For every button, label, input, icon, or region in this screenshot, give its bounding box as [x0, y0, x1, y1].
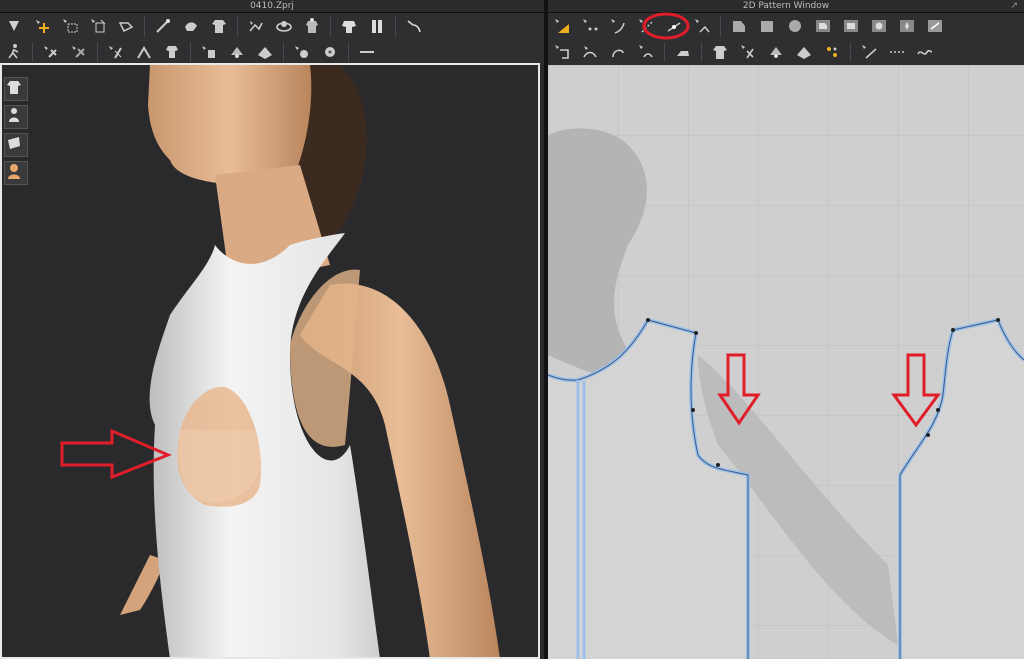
pattern-point	[996, 318, 1000, 322]
pin-icon[interactable]	[152, 15, 174, 37]
transform-icon[interactable]	[87, 15, 109, 37]
annotation-circle	[642, 12, 690, 40]
pattern-point	[694, 331, 698, 335]
toolbar-3d-row1	[0, 13, 544, 40]
toolbar-separator	[144, 16, 145, 36]
iron-icon[interactable]	[672, 41, 694, 63]
m-n-sewing-icon[interactable]	[607, 41, 629, 63]
pattern-piece-front-right	[900, 320, 1024, 659]
window-title-3d-text: 0410.Zprj	[250, 1, 294, 11]
popout-icon[interactable]: ↗	[1010, 0, 1018, 12]
internal-line-icon[interactable]	[858, 41, 880, 63]
toolbar-2d-row1	[548, 13, 1024, 40]
bend-icon[interactable]	[133, 41, 155, 63]
pattern-canvas	[548, 128, 1024, 659]
window-title-2d: 2D Pattern Window ↗	[548, 0, 1024, 13]
segment-sewing-icon[interactable]	[551, 41, 573, 63]
strengthen-icon[interactable]	[40, 41, 62, 63]
avatar-silhouette	[548, 128, 647, 375]
garment-icon[interactable]	[208, 15, 230, 37]
undo-curve-icon[interactable]	[403, 15, 425, 37]
rectangle-icon[interactable]	[756, 15, 778, 37]
fabric-texture-icon[interactable]	[4, 133, 28, 157]
weaken-icon[interactable]	[68, 41, 90, 63]
pattern-window-2d[interactable]	[548, 65, 1024, 659]
pleat-icon[interactable]	[914, 41, 936, 63]
toolbar-separator	[720, 16, 721, 36]
toolbar-separator	[97, 42, 98, 62]
walk-icon[interactable]	[3, 41, 25, 63]
gizmo-icon[interactable]	[821, 41, 843, 63]
pattern-point	[646, 318, 650, 322]
avatar-skin-icon[interactable]	[4, 161, 28, 185]
toolbar-separator	[330, 16, 331, 36]
pattern-point	[926, 433, 930, 437]
window-title-3d: 0410.Zprj	[0, 0, 544, 13]
edit-garment-icon[interactable]	[709, 41, 731, 63]
toolbar-separator	[850, 42, 851, 62]
box-select-icon[interactable]	[59, 15, 81, 37]
toolbar-separator	[190, 42, 191, 62]
toolbar-separator	[701, 42, 702, 62]
topstitch-icon[interactable]	[886, 41, 908, 63]
pattern-point	[936, 408, 940, 412]
toolbar-separator	[32, 42, 33, 62]
circle-icon[interactable]	[784, 15, 806, 37]
edit-curvature-icon[interactable]	[607, 15, 629, 37]
cut-icon[interactable]	[366, 15, 388, 37]
button-icon[interactable]	[291, 41, 313, 63]
check-sewing-icon[interactable]	[635, 41, 657, 63]
show-avatar-icon[interactable]	[4, 105, 28, 129]
internal-rectangle-icon[interactable]	[840, 15, 862, 37]
fabric-check-icon[interactable]	[254, 41, 276, 63]
free-sewing-icon[interactable]	[579, 41, 601, 63]
puckering-icon[interactable]	[198, 41, 220, 63]
transform-pattern-icon[interactable]	[551, 15, 573, 37]
toolbar-separator	[395, 16, 396, 36]
polygon-icon[interactable]	[728, 15, 750, 37]
pattern-point	[716, 463, 720, 467]
dart-icon[interactable]	[896, 15, 918, 37]
pattern-point	[691, 408, 695, 412]
trace-icon[interactable]	[924, 15, 946, 37]
annotation-arrow-down-right	[891, 353, 941, 428]
wrap-icon[interactable]	[273, 15, 295, 37]
toolbar-separator	[237, 16, 238, 36]
toolbar-separator	[283, 42, 284, 62]
pin-icon[interactable]	[765, 41, 787, 63]
buttonhole-icon[interactable]	[319, 41, 341, 63]
show-garment-icon[interactable]	[4, 77, 28, 101]
scene-3d	[0, 65, 544, 659]
tack-icon[interactable]	[180, 15, 202, 37]
window-title-2d-text: 2D Pattern Window	[742, 1, 830, 11]
pattern-point	[951, 328, 955, 332]
internal-circle-icon[interactable]	[868, 15, 890, 37]
internal-polygon-icon[interactable]	[812, 15, 834, 37]
fabric-grain-icon[interactable]	[737, 41, 759, 63]
avatar-garment-icon[interactable]	[301, 15, 323, 37]
fit-icon[interactable]	[338, 15, 360, 37]
fold-icon[interactable]	[115, 15, 137, 37]
move-icon[interactable]	[31, 15, 53, 37]
line-icon[interactable]	[356, 41, 378, 63]
cut-icon[interactable]	[691, 15, 713, 37]
select-icon[interactable]	[3, 15, 25, 37]
tack-icon[interactable]	[793, 41, 815, 63]
edit-point-icon[interactable]	[579, 15, 601, 37]
shrink-icon[interactable]	[161, 41, 183, 63]
fold-line-icon[interactable]	[105, 41, 127, 63]
sewing-check-icon[interactable]	[226, 41, 248, 63]
arrangement-icon[interactable]	[245, 15, 267, 37]
toolbar-2d-row2	[548, 39, 1024, 66]
toolbar-3d-row2	[0, 39, 544, 66]
toolbar-separator	[664, 42, 665, 62]
viewport-3d[interactable]	[0, 65, 544, 659]
toolbar-separator	[348, 42, 349, 62]
